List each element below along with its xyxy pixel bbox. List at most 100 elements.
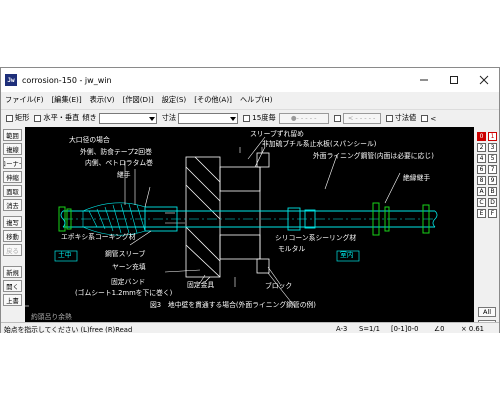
label-mortar: モルタル <box>278 245 306 253</box>
minimize-icon <box>420 79 428 81</box>
layer-button-5[interactable]: 5 <box>488 154 497 163</box>
tool-undo-button[interactable]: 戻る <box>3 244 22 256</box>
label-block: ブロック <box>265 282 293 290</box>
tool-stretch-button[interactable]: 伸縮 <box>3 171 22 183</box>
tilt-label: 傾き <box>82 113 97 122</box>
layer-button-8[interactable]: 8 <box>477 176 486 185</box>
menu-bar: ファイル(F) [編集(E)] 表示(V) [作図(D)] 設定(S) [その他… <box>1 92 499 108</box>
menu-edit[interactable]: [編集(E)] <box>48 95 86 105</box>
label-steel-sleeve: 鋼管スリーブ <box>105 250 146 258</box>
dimval-checkbox[interactable]: 寸法値 <box>385 113 417 123</box>
dim-label: 寸法 <box>161 113 177 122</box>
dimval-label: 寸法値 <box>394 113 417 122</box>
menu-help[interactable]: ヘルプ(H) <box>236 95 277 105</box>
file-save-button[interactable]: 上書 <box>3 294 22 306</box>
checkbox-box <box>6 114 13 122</box>
close-icon <box>479 75 489 85</box>
rect-label: 矩形 <box>15 113 30 122</box>
lt-label: < <box>430 113 437 123</box>
lt-checkbox[interactable]: < <box>421 114 436 123</box>
status-angle[interactable]: ∠0 <box>434 323 444 334</box>
menu-file[interactable]: ファイル(F) <box>1 95 48 105</box>
deg15-label: 15度毎 <box>252 113 276 122</box>
checkbox-box <box>243 114 251 122</box>
label-soil: 土中 <box>58 251 72 259</box>
label-tail: 約頭呂り余熱 <box>31 313 72 321</box>
layer-button-f[interactable]: F <box>488 209 497 218</box>
hv-checkbox[interactable]: 水平・垂直 <box>34 113 79 123</box>
tilt-combo[interactable] <box>98 112 157 124</box>
layer-button-3[interactable]: 3 <box>488 143 497 152</box>
drawing-canvas[interactable]: スリーブずれ留め 非加硫ブチル系止水板(スパンシール) 外面ライニング鋼管(内面… <box>25 127 474 322</box>
label-band: 固定バンド <box>111 278 146 286</box>
file-new-button[interactable]: 新規 <box>3 266 22 278</box>
menu-draw[interactable]: [作図(D)] <box>119 95 158 105</box>
tool-range-button[interactable]: 範囲 <box>3 129 22 141</box>
dash-pattern-button-1[interactable]: ●- - - - - <box>278 112 329 124</box>
chevron-down-icon <box>230 116 237 121</box>
layer-toolbar: 0 1 2 3 4 5 6 7 8 9 A B C D E F All ✕ <box>475 127 499 330</box>
label-fixture: 固定金具 <box>187 281 215 289</box>
tool-copy-button[interactable]: 複写 <box>3 216 22 228</box>
close-button[interactable] <box>469 68 499 92</box>
layer-button-6[interactable]: 6 <box>477 165 486 174</box>
label-outer-lining: 外面ライニング鋼管(内面は必要に応じ) <box>313 152 434 160</box>
label-rubber-plate: 非加硫ブチル系止水板(スパンシール) <box>262 140 377 148</box>
dim-combo[interactable] <box>178 112 239 124</box>
layer-button-0[interactable]: 0 <box>477 132 486 141</box>
status-message: 始点を指示してください (L)free (R)Read <box>4 325 133 334</box>
layer-button-9[interactable]: 9 <box>488 176 497 185</box>
dimension-lines <box>165 147 263 287</box>
tool-corner-button[interactable]: コーナー <box>3 157 22 169</box>
checkbox-box <box>385 114 393 122</box>
layer-button-e[interactable]: E <box>477 209 486 218</box>
label-band-note: (ゴムシート1.2mmを下に巻く) <box>75 289 173 297</box>
layer-button-7[interactable]: 7 <box>488 165 497 174</box>
title-bar[interactable]: Jw corrosion-150 - jw_win <box>1 68 499 92</box>
menu-view[interactable]: 表示(V) <box>86 95 119 105</box>
label-large-dia: 大口径の場合 <box>69 136 110 144</box>
layer-button-c[interactable]: C <box>477 198 486 207</box>
layer-button-1[interactable]: 1 <box>488 132 497 141</box>
menu-other[interactable]: [その他(A)] <box>190 95 236 105</box>
app-window: Jw corrosion-150 - jw_win ファイル(F) [編集(E)… <box>0 67 500 334</box>
layer-button-4[interactable]: 4 <box>477 154 486 163</box>
label-epoxy: エポキシ系コーキング材 <box>61 233 136 241</box>
hv-label: 水平・垂直 <box>43 113 80 122</box>
label-indoor: 室内 <box>340 251 354 259</box>
window-title: corrosion-150 - jw_win <box>22 75 112 85</box>
status-bar: 始点を指示してください (L)free (R)Read A-3 S=1/1 [0… <box>1 322 499 334</box>
layer-button-d[interactable]: D <box>488 198 497 207</box>
maximize-icon <box>450 76 458 84</box>
rect-checkbox[interactable]: 矩形 <box>6 113 29 123</box>
label-yarn: ヤーン充填 <box>112 263 146 271</box>
minimize-button[interactable] <box>409 68 439 92</box>
tool-chamfer-button[interactable]: 面取 <box>3 185 22 197</box>
layer-button-a[interactable]: A <box>477 187 486 196</box>
dash-pattern-button-2[interactable]: < - - - - - <box>342 112 381 124</box>
menu-settings[interactable]: 設定(S) <box>158 95 191 105</box>
label-joint: 継手 <box>117 171 131 179</box>
line-toolbar: 矩形 水平・垂直 傾き 寸法 15度毎 ●- - - - - < - - - -… <box>1 109 499 126</box>
status-scale[interactable]: S=1/1 <box>359 323 380 334</box>
tool-move-button[interactable]: 移動 <box>3 230 22 242</box>
label-outer-tape: 外側、防食テープ2回巻 <box>80 148 152 156</box>
dash-checkbox[interactable] <box>333 114 343 122</box>
left-toolbar: 範囲 複線 コーナー 伸縮 面取 消去 複写 移動 戻る 新規 開く 上書 <box>1 127 24 322</box>
status-paper[interactable]: A-3 <box>336 323 347 334</box>
file-open-button[interactable]: 開く <box>3 280 22 292</box>
tool-erase-button[interactable]: 消去 <box>3 199 22 211</box>
layer-button-2[interactable]: 2 <box>477 143 486 152</box>
maximize-button[interactable] <box>439 68 469 92</box>
label-sleeve-stop: スリーブずれ留め <box>250 130 304 138</box>
wall-block <box>185 152 270 278</box>
label-insulation-joint: 絶縁継手 <box>403 174 431 182</box>
all-layers-button[interactable]: All <box>478 307 496 317</box>
status-zoom[interactable]: × 0.61 <box>461 323 484 334</box>
status-layer[interactable]: [0-1]0-0 <box>391 323 419 334</box>
deg15-checkbox[interactable]: 15度毎 <box>243 113 276 123</box>
checkbox-box <box>421 114 429 122</box>
tool-offset-button[interactable]: 複線 <box>3 143 22 155</box>
label-silicone: シリコーン系シーリング材 <box>275 234 357 242</box>
layer-button-b[interactable]: B <box>488 187 497 196</box>
